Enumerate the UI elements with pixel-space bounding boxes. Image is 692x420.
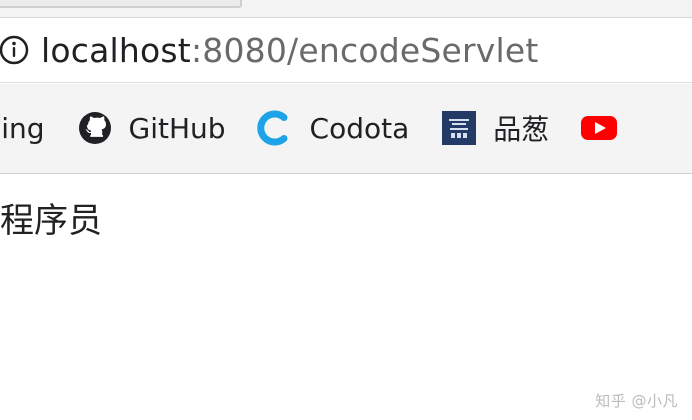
pincong-icon-svg [442,111,477,145]
bookmark-label-bing: Bing [0,111,45,145]
github-icon [75,108,115,148]
page-content: 程序员 [0,174,692,420]
youtube-icon-svg [581,116,618,140]
watermark-text: 知乎 @小凡 [595,392,678,410]
github-icon-svg [78,112,111,144]
url-host: localhost [41,30,191,70]
info-icon[interactable] [0,33,31,67]
bookmark-github[interactable]: GitHub [75,108,226,148]
codota-icon-svg [256,110,288,146]
bookmark-youtube[interactable] [579,108,619,148]
bookmark-label-github: GitHub [128,111,226,145]
url-text[interactable]: localhost:8080/encodeServlet [41,34,539,67]
pincong-icon [439,108,479,148]
address-bar[interactable]: localhost:8080/encodeServlet [0,18,692,83]
bookmark-codota[interactable]: Codota [256,108,410,148]
active-tab-edge[interactable] [0,0,242,8]
bookmarks-row: Bing GitHub Codota [0,108,619,148]
bookmark-bing[interactable]: Bing [0,112,45,145]
tab-strip [0,0,692,18]
bookmark-label-codota: Codota [309,111,410,145]
page-text: 程序员 [0,201,102,241]
bookmark-pincong[interactable]: 品葱 [439,108,549,148]
url-path: :8080/encodeServlet [190,30,539,70]
browser-window: localhost:8080/encodeServlet Bing GitHub [0,0,692,420]
info-icon-svg [0,35,29,65]
bookmarks-bar: Bing GitHub Codota [0,84,692,174]
youtube-icon [579,108,619,148]
codota-icon [256,108,296,148]
bookmark-label-pincong: 品葱 [493,113,550,146]
